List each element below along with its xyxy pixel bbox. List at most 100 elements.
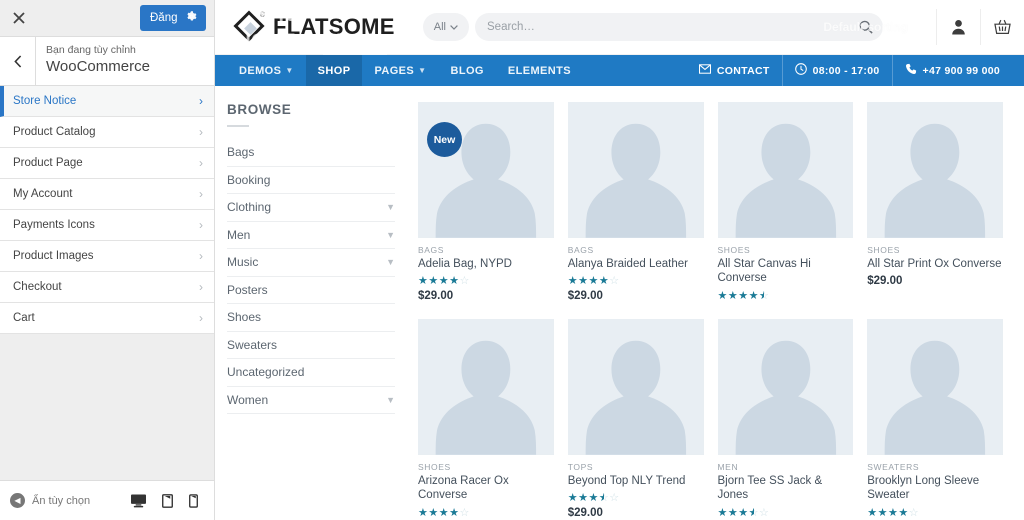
mobile-icon[interactable] xyxy=(189,494,198,508)
product-title[interactable]: Arizona Racer Ox Converse xyxy=(418,474,554,503)
product-image[interactable] xyxy=(568,319,704,455)
nav-item-elements[interactable]: ELEMENTS xyxy=(496,55,583,86)
star-full: ★ xyxy=(898,507,908,519)
product-title[interactable]: Adelia Bag, NYPD xyxy=(418,257,554,272)
product-image[interactable] xyxy=(718,319,854,455)
star-full: ★ xyxy=(738,290,748,302)
category-item-women[interactable]: Women▼ xyxy=(227,387,395,415)
product-title[interactable]: Brooklyn Long Sleeve Sweater xyxy=(867,474,1003,503)
customizer-panel: Đăng Bạn đang tùy chỉnh WooCommerce Stor… xyxy=(0,0,215,520)
product-card[interactable]: NewBAGSAdelia Bag, NYPD★★★★☆$29.00 xyxy=(411,102,561,305)
category-item-bags[interactable]: Bags xyxy=(227,139,395,167)
product-card[interactable]: BAGSAlanya Braided Leather★★★★☆$29.00 xyxy=(561,102,711,305)
product-card[interactable]: MENBjorn Tee SS Jack & Jones★★★☆★☆$29.00 xyxy=(711,319,861,520)
category-item-men[interactable]: Men▼ xyxy=(227,222,395,250)
chevron-down-icon[interactable]: ▼ xyxy=(386,202,395,212)
customizer-item-store-notice[interactable]: Store Notice› xyxy=(0,86,214,117)
category-item-sweaters[interactable]: Sweaters xyxy=(227,332,395,360)
star-empty: ☆ xyxy=(909,507,919,519)
product-image[interactable] xyxy=(418,319,554,455)
customizer-item-payments-icons[interactable]: Payments Icons› xyxy=(0,210,214,241)
category-item-clothing[interactable]: Clothing▼ xyxy=(227,194,395,222)
search-scope-select[interactable]: All xyxy=(423,13,469,41)
gear-icon[interactable] xyxy=(186,11,206,25)
search-icon[interactable] xyxy=(855,16,877,38)
site-preview: ® FLATSOME SHOP HOME SHOP All xyxy=(215,0,1024,520)
nav-item-blog[interactable]: BLOG xyxy=(438,55,495,86)
customizer-item-label: Store Notice xyxy=(13,95,199,107)
desktop-icon[interactable] xyxy=(131,494,146,508)
product-rating: ★★★☆★☆ xyxy=(718,507,854,519)
header-search: All Search… xyxy=(423,13,883,41)
navbar-contact[interactable]: CONTACT xyxy=(687,55,782,86)
product-card[interactable]: SHOESAll Star Print Ox Converse$29.00 xyxy=(860,102,1010,305)
product-category: SHOES xyxy=(718,245,854,255)
nav-item-label: SHOP xyxy=(318,65,351,77)
category-item-posters[interactable]: Posters xyxy=(227,277,395,305)
navbar-08-00-17-00[interactable]: 08:00 - 17:00 xyxy=(782,55,892,86)
product-image[interactable] xyxy=(568,102,704,238)
customizer-item-product-page[interactable]: Product Page› xyxy=(0,148,214,179)
product-card[interactable]: SHOESArizona Racer Ox Converse★★★★☆ xyxy=(411,319,561,520)
customizer-item-checkout[interactable]: Checkout› xyxy=(0,272,214,303)
hide-controls-button[interactable]: ◀ Ẩn tùy chọn xyxy=(10,493,90,508)
star-full: ★ xyxy=(728,290,738,302)
customizer-empty-area xyxy=(0,334,214,480)
customizer-item-label: Cart xyxy=(13,312,199,324)
chevron-right-icon: › xyxy=(199,125,203,139)
star-full: ★ xyxy=(867,507,877,519)
category-item-shoes[interactable]: Shoes xyxy=(227,304,395,332)
close-icon[interactable] xyxy=(0,0,37,36)
category-item-uncategorized[interactable]: Uncategorized xyxy=(227,359,395,387)
product-card[interactable]: SWEATERSBrooklyn Long Sleeve Sweater★★★★… xyxy=(860,319,1010,520)
product-image[interactable] xyxy=(867,102,1003,238)
category-label: Music xyxy=(227,255,386,269)
product-price: $29.00 xyxy=(418,290,554,302)
product-title[interactable]: All Star Canvas Hi Converse xyxy=(718,257,854,286)
product-image[interactable] xyxy=(718,102,854,238)
product-title[interactable]: Alanya Braided Leather xyxy=(568,257,704,272)
product-image[interactable] xyxy=(867,319,1003,455)
account-icon[interactable] xyxy=(936,9,980,45)
customizer-title: WooCommerce xyxy=(46,57,150,76)
navbar-47-900-99-000[interactable]: +47 900 99 000 xyxy=(892,55,1012,86)
customizer-title-block: Bạn đang tùy chỉnh WooCommerce xyxy=(36,37,150,85)
nav-item-demos[interactable]: DEMOS▼ xyxy=(227,55,306,86)
customizer-item-product-catalog[interactable]: Product Catalog› xyxy=(0,117,214,148)
nav-item-pages[interactable]: PAGES▼ xyxy=(362,55,438,86)
product-title[interactable]: All Star Print Ox Converse xyxy=(867,257,1003,272)
star-full: ★ xyxy=(578,492,588,504)
hide-controls-label: Ẩn tùy chọn xyxy=(32,495,90,507)
site-logo[interactable]: ® FLATSOME xyxy=(235,12,395,42)
customizer-item-my-account[interactable]: My Account› xyxy=(0,179,214,210)
chevron-left-icon[interactable] xyxy=(0,37,36,85)
chevron-down-icon[interactable]: ▼ xyxy=(386,257,395,267)
chevron-down-icon[interactable]: ▼ xyxy=(386,230,395,240)
search-input[interactable]: Search… xyxy=(475,13,883,41)
customizer-footer: ◀ Ẩn tùy chọn xyxy=(0,480,214,520)
product-grid-area: NewBAGSAdelia Bag, NYPD★★★★☆$29.00BAGSAl… xyxy=(411,102,1024,520)
product-card[interactable]: SHOES All Star Canvas Hi Converse ★★★★☆★ xyxy=(711,102,861,305)
product-title[interactable]: Bjorn Tee SS Jack & Jones xyxy=(718,474,854,503)
product-title[interactable]: Beyond Top NLY Trend xyxy=(568,474,704,489)
star-full: ★ xyxy=(589,275,599,287)
product-image[interactable]: New xyxy=(418,102,554,238)
chevron-right-icon: › xyxy=(199,249,203,263)
nav-item-shop[interactable]: SHOP xyxy=(306,55,363,86)
product-rating: ★★★★☆ xyxy=(418,275,554,287)
customizer-item-product-images[interactable]: Product Images› xyxy=(0,241,214,272)
star-full: ★ xyxy=(589,492,599,504)
chevron-down-icon[interactable]: ▼ xyxy=(386,395,395,405)
product-rating: ★★★★☆★ xyxy=(718,290,854,302)
category-item-booking[interactable]: Booking xyxy=(227,167,395,195)
publish-button[interactable]: Đăng xyxy=(140,5,206,31)
shop-sidebar: BROWSE BagsBookingClothing▼Men▼Music▼Pos… xyxy=(215,102,411,520)
chevron-right-icon: › xyxy=(199,156,203,170)
star-empty: ☆ xyxy=(460,275,470,287)
header-icon-group xyxy=(936,0,1024,55)
customizer-item-cart[interactable]: Cart› xyxy=(0,303,214,334)
tablet-icon[interactable] xyxy=(162,494,173,508)
cart-icon[interactable] xyxy=(980,9,1024,45)
product-card[interactable]: TOPSBeyond Top NLY Trend★★★☆★☆$29.00 xyxy=(561,319,711,520)
category-item-music[interactable]: Music▼ xyxy=(227,249,395,277)
